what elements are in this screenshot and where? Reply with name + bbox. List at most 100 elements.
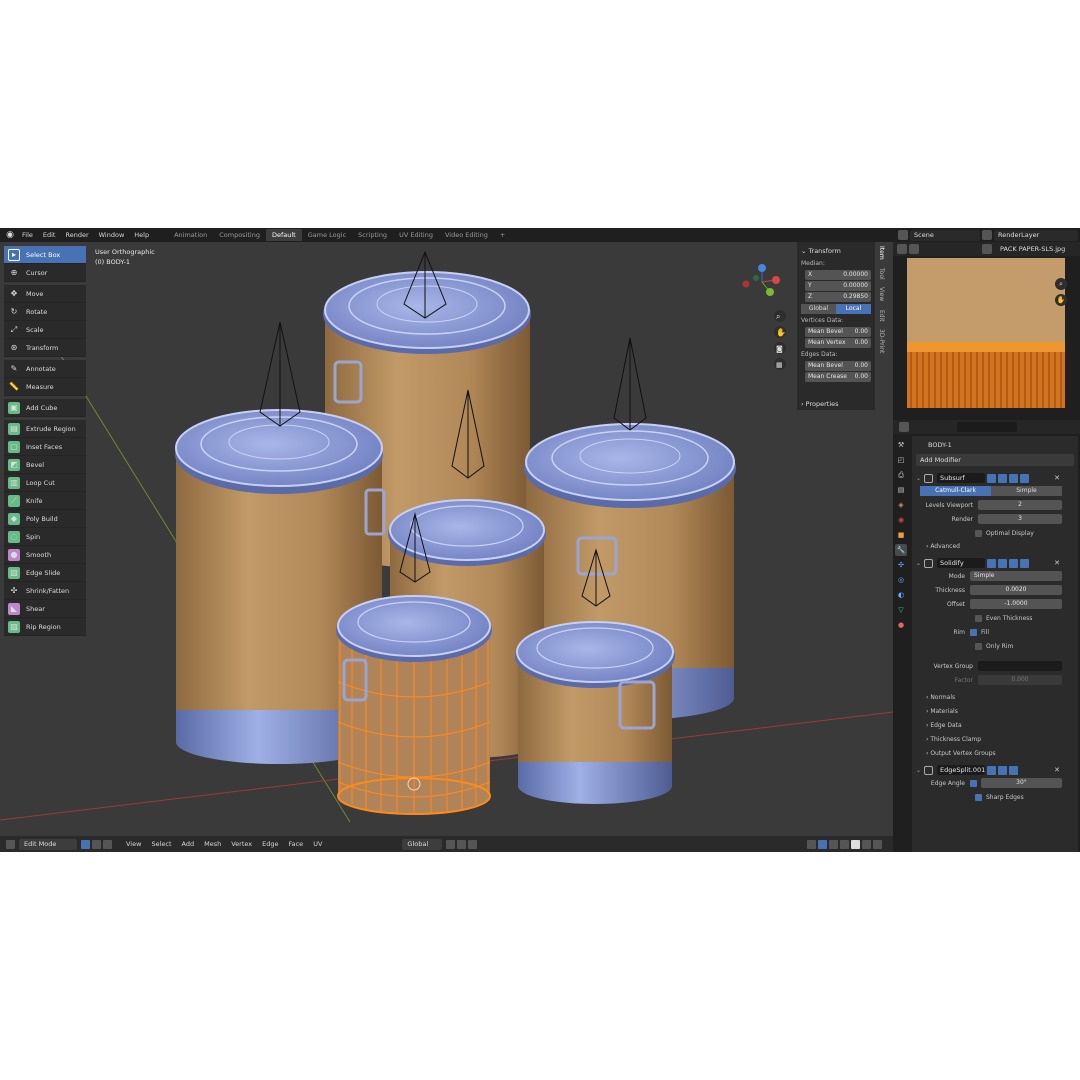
modifier-tab-icon[interactable]: 🔧 xyxy=(895,544,907,556)
viewport-toggle-icon[interactable] xyxy=(998,765,1007,775)
y-field[interactable]: Y 0.00000 xyxy=(805,281,871,291)
tool-smooth[interactable]: ● Smooth xyxy=(4,546,86,564)
tab-compositing[interactable]: Compositing xyxy=(213,229,266,241)
view-icon[interactable] xyxy=(909,244,919,254)
tool-shrink-fatten[interactable]: ✣ Shrink/Fatten xyxy=(4,582,86,600)
tool-edge-slide[interactable]: ▧ Edge Slide xyxy=(4,564,86,582)
menu-window[interactable]: Window xyxy=(94,231,130,239)
tool-cursor[interactable]: ⊕ Cursor xyxy=(4,264,86,282)
tab-animation[interactable]: Animation xyxy=(168,229,213,241)
tab-view[interactable]: View xyxy=(878,283,885,305)
tool-select-box[interactable]: ▸ Select Box xyxy=(4,246,86,264)
materials-section[interactable]: › Materials xyxy=(916,705,1074,719)
3d-viewport[interactable]: ⌕ ✋ ◙ ▦ User Orthographic (0) BODY-1 ▸ Se… xyxy=(0,242,893,838)
menu-render[interactable]: Render xyxy=(60,231,93,239)
sharp-edges-checkbox[interactable]: Sharp Edges xyxy=(975,790,1074,804)
subsurf-name-field[interactable]: Subsurf xyxy=(937,473,985,483)
output-vertex-groups-section[interactable]: › Output Vertex Groups xyxy=(916,747,1074,761)
tool-scale[interactable]: ⤢ Scale xyxy=(4,321,86,339)
menu-add[interactable]: Add xyxy=(177,840,200,848)
local-button[interactable]: Local xyxy=(836,304,871,314)
image-browse-icon[interactable] xyxy=(982,244,992,254)
tool-knife[interactable]: ⟋ Knife xyxy=(4,492,86,510)
tab-uv-editing[interactable]: UV Editing xyxy=(393,229,439,241)
properties-search-input[interactable] xyxy=(957,422,1017,432)
only-rim-checkbox[interactable]: Only Rim xyxy=(975,639,1074,653)
rim-fill-checkbox[interactable]: Rim Fill xyxy=(920,625,1074,639)
snap-icon[interactable] xyxy=(457,839,467,849)
tool-shear[interactable]: ◣ Shear xyxy=(4,600,86,618)
tool-add-cube[interactable]: ▣ Add Cube xyxy=(4,399,86,417)
data-tab-icon[interactable]: ▽ xyxy=(895,604,907,616)
blender-logo-icon[interactable]: ◉ xyxy=(3,230,17,240)
tool-rotate[interactable]: ↻ Rotate xyxy=(4,303,86,321)
edge-data-section[interactable]: › Edge Data xyxy=(916,719,1074,733)
tool-spin[interactable]: ◌ Spin xyxy=(4,528,86,546)
thickness-field[interactable]: 0.0020 xyxy=(970,585,1062,595)
tool-measure[interactable]: 📏 Measure xyxy=(4,378,86,396)
tab-video-editing[interactable]: Video Editing xyxy=(439,229,494,241)
physics-tab-icon[interactable]: ◎ xyxy=(895,574,907,586)
add-workspace-button[interactable]: + xyxy=(494,229,511,241)
mean-bevel-field[interactable]: Mean Bevel 0.00 xyxy=(805,327,871,337)
cage-toggle-icon[interactable] xyxy=(998,558,1007,568)
edge-angle-field[interactable]: 30° xyxy=(981,778,1062,788)
image-editor-icon[interactable] xyxy=(897,244,907,254)
tool-tab-icon[interactable]: ⚒ xyxy=(895,439,907,451)
thickness-clamp-section[interactable]: › Thickness Clamp xyxy=(916,733,1074,747)
render-levels-field[interactable]: 3 xyxy=(978,514,1062,524)
tab-tool[interactable]: Tool xyxy=(878,264,885,284)
render-layer-selector[interactable]: RenderLayer xyxy=(994,229,1078,241)
menu-help[interactable]: Help xyxy=(129,231,154,239)
vertex-select-icon[interactable] xyxy=(81,839,90,849)
menu-file[interactable]: File xyxy=(17,231,38,239)
viewport-toggle-icon[interactable] xyxy=(1009,558,1018,568)
editor-type-icon[interactable] xyxy=(6,839,15,849)
tab-scripting[interactable]: Scripting xyxy=(352,229,393,241)
subsurf-header[interactable]: ⌄ Subsurf ✕ xyxy=(916,472,1074,484)
face-select-icon[interactable] xyxy=(103,839,112,849)
vertex-group-field[interactable] xyxy=(978,661,1062,671)
x-field[interactable]: X 0.00000 xyxy=(805,270,871,280)
image-zoom-icon[interactable]: ⌕ xyxy=(1055,278,1067,290)
orientation-selector[interactable]: Global xyxy=(402,838,443,850)
even-thickness-checkbox[interactable]: Even Thickness xyxy=(975,611,1074,625)
menu-view[interactable]: View xyxy=(121,840,146,848)
viewport-toggle-icon[interactable] xyxy=(1009,473,1018,483)
material-shading-icon[interactable] xyxy=(862,839,871,849)
tool-move[interactable]: ✥ Move xyxy=(4,285,86,303)
simple-button[interactable]: Simple xyxy=(991,486,1062,496)
mode-selector[interactable]: Edit Mode xyxy=(19,838,77,850)
tool-poly-build[interactable]: ◆ Poly Build xyxy=(4,510,86,528)
cage-toggle-icon[interactable] xyxy=(998,473,1007,483)
xray-icon[interactable] xyxy=(829,839,838,849)
normals-section[interactable]: › Normals xyxy=(916,691,1074,705)
particles-tab-icon[interactable]: ✣ xyxy=(895,559,907,571)
world-tab-icon[interactable]: ◉ xyxy=(895,514,907,526)
image-name-field[interactable]: PACK PAPER-SLS.jpg xyxy=(1000,245,1080,253)
properties-editor-icon[interactable] xyxy=(899,422,909,432)
collapse-icon[interactable]: ⌄ xyxy=(916,560,924,567)
editmode-toggle-icon[interactable] xyxy=(987,765,996,775)
wireframe-shading-icon[interactable] xyxy=(840,839,849,849)
solidify-name-field[interactable]: Solidify xyxy=(937,558,985,568)
tool-loop-cut[interactable]: ▥ Loop Cut xyxy=(4,474,86,492)
object-tab-icon[interactable]: ■ xyxy=(895,529,907,541)
render-toggle-icon[interactable] xyxy=(1020,558,1029,568)
tool-transform[interactable]: ⊛ Transform xyxy=(4,339,86,357)
image-preview[interactable] xyxy=(907,258,1065,408)
levels-viewport-field[interactable]: 2 xyxy=(978,500,1062,510)
mean-bevel-edge-field[interactable]: Mean Bevel 0.00 xyxy=(805,361,871,371)
z-field[interactable]: Z 0.29850 xyxy=(805,292,871,302)
view-layer-tab-icon[interactable]: ▤ xyxy=(895,484,907,496)
scene-icon[interactable] xyxy=(898,230,908,240)
scene-selector[interactable]: Scene xyxy=(910,229,980,241)
rendered-shading-icon[interactable] xyxy=(873,839,882,849)
pivot-icon[interactable] xyxy=(446,839,456,849)
menu-vertex[interactable]: Vertex xyxy=(226,840,257,848)
tool-inset-faces[interactable]: ▢ Inset Faces xyxy=(4,438,86,456)
transform-header[interactable]: ⌄ Transform xyxy=(801,245,871,257)
solidify-header[interactable]: ⌄ Solidify ✕ xyxy=(916,557,1074,569)
tab-item[interactable]: Item xyxy=(878,242,885,264)
menu-mesh[interactable]: Mesh xyxy=(199,840,226,848)
